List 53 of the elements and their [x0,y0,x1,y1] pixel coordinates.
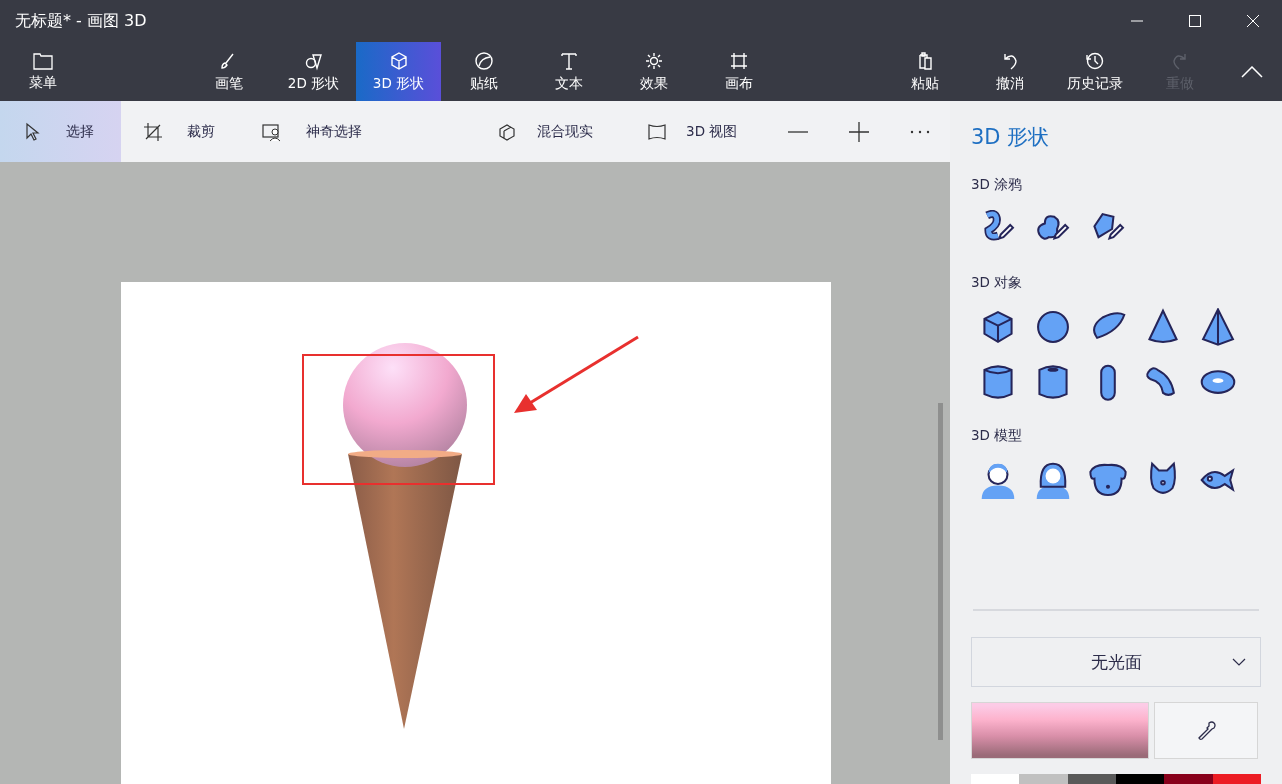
tool-tab[interactable]: 文本 [526,42,611,101]
color-swatch[interactable] [1116,774,1165,784]
text-icon [558,50,579,71]
color-swatch[interactable] [1019,774,1068,784]
section-heading: 3D 模型 [971,427,1023,445]
minus-icon [788,130,809,133]
action-button[interactable]: 粘贴 [882,42,967,101]
tool-tab[interactable]: 画布 [696,42,781,101]
section-heading: 3D 对象 [971,274,1023,292]
material-dropdown[interactable]: 无光面 [971,637,1261,687]
color-swatch[interactable] [1212,774,1261,784]
color-swatch[interactable] [1067,774,1116,784]
sphere-icon[interactable] [1034,308,1072,346]
tool-tab[interactable]: 2D 形状 [271,42,356,101]
view-button[interactable]: 3D 视图 [645,101,768,162]
action-button[interactable]: 撤消 [967,42,1052,101]
window-title: 无标题* - 画图 3D [14,10,148,32]
man-icon[interactable] [979,461,1017,499]
plus-icon [848,121,869,142]
section-heading: 3D 涂鸦 [971,176,1023,194]
sticker-icon [473,50,494,71]
history-icon [1084,50,1105,71]
view-button[interactable]: 混合现实 [495,101,646,162]
scrollbar[interactable] [938,403,943,740]
tool-tab[interactable]: 3D 形状 [356,42,441,101]
cube-icon [388,50,409,71]
dog-icon[interactable] [1089,461,1127,499]
more-icon [909,129,930,134]
tool-button[interactable]: 裁剪 [120,101,241,162]
tool-tab[interactable]: 效果 [611,42,696,101]
crop-icon [142,121,163,142]
color-swatch[interactable] [971,774,1020,784]
sun-icon [643,50,664,71]
close-icon [1247,15,1259,27]
view-3d-icon [646,121,667,142]
tool-button[interactable]: 选择 [0,101,121,162]
pyramid-icon[interactable] [1199,308,1237,346]
action-button[interactable]: 历史记录 [1052,42,1137,101]
tool-tab[interactable]: 画笔 [186,42,271,101]
woman-icon[interactable] [1034,461,1072,499]
menu-button[interactable]: 菜单 [0,42,86,101]
tool-button[interactable]: 神奇选择 [240,101,390,162]
color-swatch[interactable] [1164,774,1213,784]
canvas-icon [728,50,749,71]
eyedropper-icon [1196,720,1216,741]
folder-icon [33,51,53,70]
magic-select-icon [262,121,283,142]
chevron-up-icon [1241,65,1263,78]
tool-tab[interactable]: 贴纸 [441,42,526,101]
maximize-icon [1189,15,1201,27]
chevron-down-icon [1232,658,1246,666]
current-color-swatch[interactable] [971,702,1149,759]
panel-title: 3D 形状 [971,124,1050,151]
